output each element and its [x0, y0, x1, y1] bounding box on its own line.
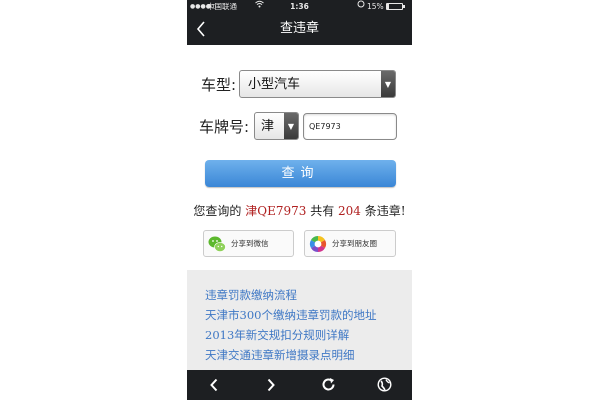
plate-prefix-select[interactable]: 津 ▼	[254, 112, 299, 140]
globe-icon	[376, 377, 392, 392]
related-link[interactable]: 2013年新交规扣分规则详解	[205, 327, 349, 343]
plate-prefix-value: 津	[261, 119, 275, 134]
bottom-toolbar	[187, 370, 412, 400]
phone-screen: ●●●●○ 中国联通 1:36 15% 查违章 车型: 小型汽车 ▼ 车牌号: …	[187, 0, 412, 400]
car-type-value: 小型汽车	[248, 77, 301, 92]
result-prefix: 您查询的	[193, 204, 246, 218]
result-suffix: 条违章!	[360, 204, 406, 218]
share-moments-button[interactable]: 分享到朋友圈	[304, 230, 396, 257]
toolbar-refresh-button[interactable]	[313, 370, 343, 400]
refresh-icon	[322, 378, 334, 391]
share-wechat-label: 分享到微信	[231, 239, 269, 248]
page-title: 查违章	[279, 21, 319, 36]
result-count: 204	[338, 204, 361, 218]
related-link[interactable]: 违章罚款缴纳流程	[205, 287, 297, 303]
battery-nub	[403, 5, 405, 8]
car-type-label: 车型:	[201, 76, 237, 94]
result-plate: 津QE7973	[245, 204, 307, 218]
plate-number-label: 车牌号:	[199, 118, 250, 136]
related-link[interactable]: 天津市300个缴纳违章罚款的地址	[205, 307, 376, 323]
battery-fill	[387, 4, 390, 9]
chevron-left-icon	[210, 378, 218, 392]
result-middle: 共有	[306, 204, 339, 218]
query-button[interactable]: 查询	[205, 160, 396, 187]
chevron-right-icon	[267, 378, 275, 392]
status-bar: ●●●●○ 中国联通 1:36 15%	[187, 0, 412, 13]
car-type-select[interactable]: 小型汽车 ▼	[239, 70, 396, 98]
toolbar-back-button[interactable]	[199, 370, 229, 400]
rotation-lock-icon	[357, 0, 365, 13]
related-link[interactable]: 天津交通违章新增摄录点明细	[205, 347, 355, 363]
related-links-panel: 违章罚款缴纳流程 天津市300个缴纳违章罚款的地址 2013年新交规扣分规则详解…	[187, 270, 412, 370]
share-moments-label: 分享到朋友圈	[332, 239, 377, 248]
result-text: 您查询的 津QE7973 共有 204 条违章!	[187, 202, 412, 219]
plate-number-input[interactable]: QE7973	[303, 113, 397, 140]
nav-bar: 查违章	[187, 13, 412, 45]
battery-icon	[386, 3, 405, 10]
share-wechat-button[interactable]: 分享到微信	[203, 230, 294, 257]
chevron-down-icon: ▼	[381, 71, 395, 97]
moments-icon	[309, 235, 327, 253]
wechat-icon	[208, 235, 226, 253]
toolbar-globe-button[interactable]	[369, 370, 399, 400]
chevron-down-icon: ▼	[284, 113, 298, 139]
battery-percent: 15%	[367, 2, 384, 11]
screenshot-page: ●●●●○ 中国联通 1:36 15% 查违章 车型: 小型汽车 ▼ 车牌号: …	[0, 0, 600, 400]
plate-number-value: QE7973	[309, 122, 341, 131]
toolbar-forward-button[interactable]	[256, 370, 286, 400]
